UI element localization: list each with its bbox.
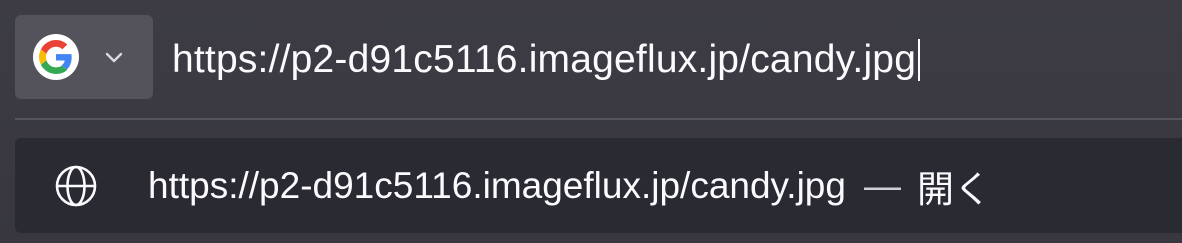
suggestion-row-open-url[interactable]: https://p2-d91c5116.imageflux.jp/candy.j… (15, 138, 1182, 233)
address-input-value: https://p2-d91c5116.imageflux.jp/candy.j… (172, 38, 917, 81)
text-caret (918, 39, 921, 81)
browser-address-area: https://p2-d91c5116.imageflux.jp/candy.j… (0, 0, 1182, 243)
url-suggestions-popup: https://p2-d91c5116.imageflux.jp/candy.j… (15, 138, 1182, 233)
chevron-down-icon (105, 52, 123, 63)
globe-icon (55, 165, 97, 207)
suggestion-url: https://p2-d91c5116.imageflux.jp/candy.j… (148, 164, 846, 206)
suggestion-separator: — (863, 164, 901, 206)
address-input[interactable]: https://p2-d91c5116.imageflux.jp/candy.j… (172, 30, 921, 90)
search-engine-button[interactable] (15, 15, 153, 99)
google-icon (33, 34, 79, 80)
url-bar[interactable]: https://p2-d91c5116.imageflux.jp/candy.j… (0, 0, 1182, 118)
suggestion-text: https://p2-d91c5116.imageflux.jp/candy.j… (148, 138, 991, 233)
urlbar-divider (15, 118, 1182, 120)
suggestion-action-label: 開く (916, 168, 991, 210)
